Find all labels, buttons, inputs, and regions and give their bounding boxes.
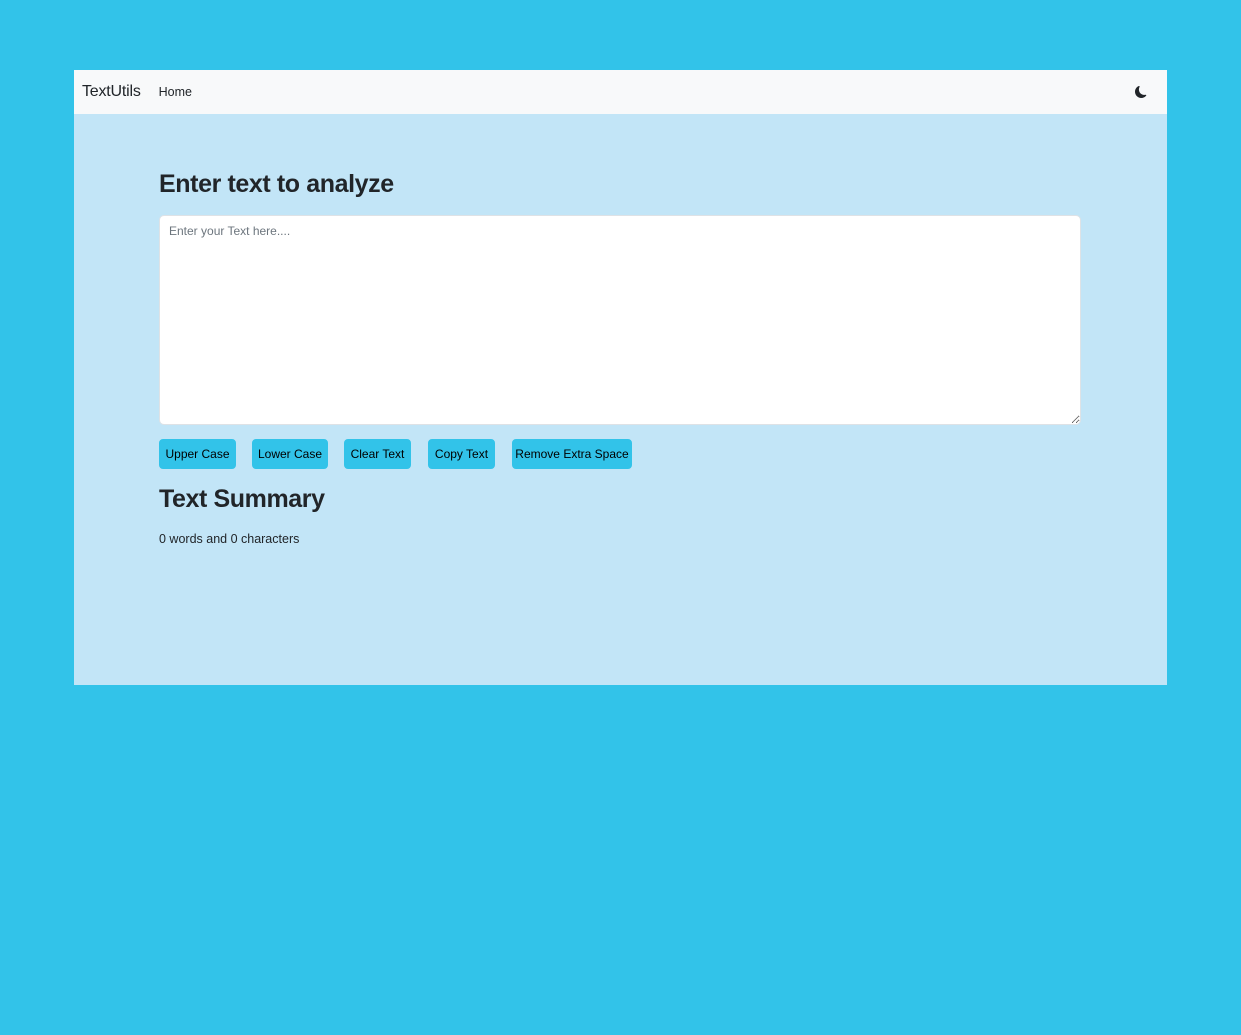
summary-stats: 0 words and 0 characters [159,532,300,546]
nav-link-home[interactable]: Home [159,85,192,99]
summary-title: Text Summary [159,485,325,513]
upper-case-button[interactable]: Upper Case [159,439,236,469]
clear-text-button[interactable]: Clear Text [344,439,411,469]
page-title: Enter text to analyze [159,170,394,198]
app-container: TextUtils Home Enter text to analyze Upp… [74,70,1167,685]
moon-icon [1135,86,1147,98]
remove-extra-space-button[interactable]: Remove Extra Space [512,439,632,469]
navbar-brand[interactable]: TextUtils [82,83,141,101]
lower-case-button[interactable]: Lower Case [252,439,328,469]
text-input[interactable] [159,215,1081,425]
copy-text-button[interactable]: Copy Text [428,439,495,469]
navbar: TextUtils Home [74,70,1167,114]
theme-toggle-button[interactable] [1131,82,1151,102]
